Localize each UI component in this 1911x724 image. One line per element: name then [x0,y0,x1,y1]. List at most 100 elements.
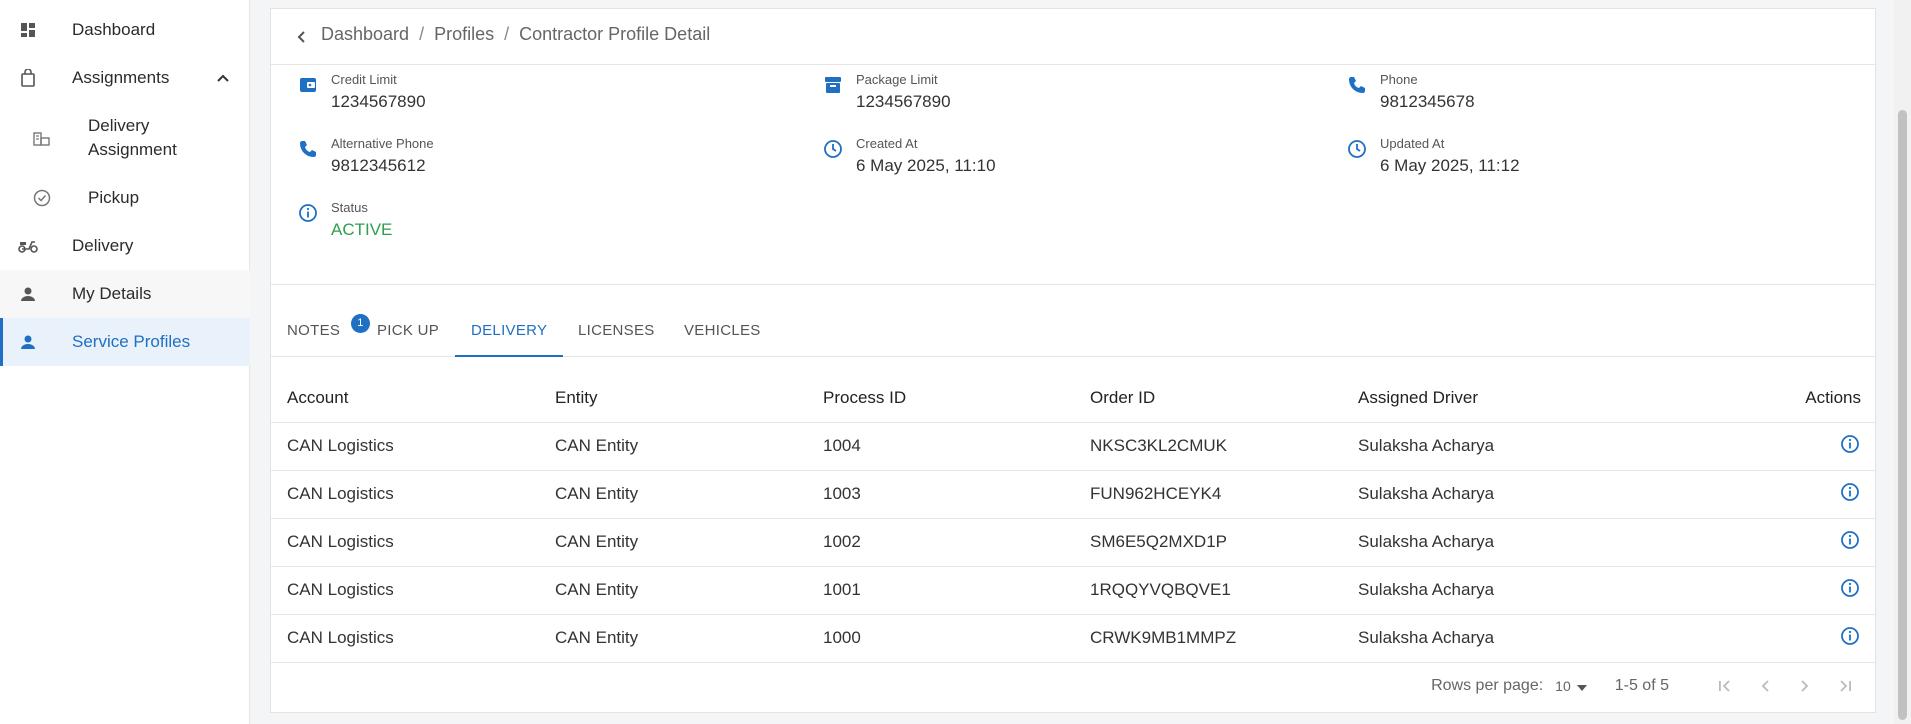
field-value: 6 May 2025, 11:12 [1380,156,1520,175]
field-value: 1234567890 [856,92,951,111]
scrollbar-thumb[interactable] [1898,110,1907,720]
cell-entity: CAN Entity [539,422,807,471]
sidebar-item-label: Pickup [88,188,140,207]
status-badge: ACTIVE [331,220,393,239]
cell-actions [1610,566,1875,615]
cell-actions [1610,422,1875,471]
sidebar-item-my-details[interactable]: My Details [0,270,250,318]
tab-label: NOTES [287,322,341,339]
clock-icon [1346,138,1368,160]
cell-process-id: 1004 [807,422,1074,471]
wallet-icon [297,74,319,96]
table-row: CAN Logistics CAN Entity 1002 SM6E5Q2MXD… [271,518,1875,567]
breadcrumb-profiles[interactable]: Profiles [434,24,494,45]
created-at-field: Created At 6 May 2025, 11:10 [822,136,1302,188]
first-page-icon[interactable] [1713,674,1737,698]
delivery-assignment-icon [32,128,52,148]
cell-assigned-driver: Sulaksha Acharya [1342,422,1610,471]
next-page-icon[interactable] [1793,674,1817,698]
field-value: 9812345612 [331,156,426,175]
back-arrow-icon[interactable] [289,25,313,49]
sidebar-item-service-profiles[interactable]: Service Profiles [0,318,250,366]
table-row: CAN Logistics CAN Entity 1004 NKSC3KL2CM… [271,422,1875,471]
chevron-up-icon[interactable] [216,68,230,88]
sidebar-item-label: Delivery Assignment [88,116,177,159]
field-label: Package Limit [856,72,938,87]
section-divider [271,284,1875,285]
cell-order-id: 1RQQYVQBQVE1 [1074,566,1342,615]
cell-account: CAN Logistics [271,422,539,471]
cell-process-id: 1003 [807,470,1074,519]
cell-actions [1610,518,1875,567]
check-circle-icon [32,188,52,208]
column-header-process-id[interactable]: Process ID [807,374,1074,423]
scooter-icon [18,236,38,256]
tab-vehicles[interactable]: VEHICLES [684,305,761,357]
sidebar: Dashboard Assignments Delivery Assignmen… [0,0,250,724]
cell-process-id: 1001 [807,566,1074,615]
bag-icon [18,68,38,88]
phone-icon [1346,74,1368,96]
vertical-scrollbar[interactable] [1894,0,1911,724]
prev-page-icon[interactable] [1753,674,1777,698]
cell-order-id: FUN962HCEYK4 [1074,470,1342,519]
info-icon[interactable] [1839,433,1861,455]
cell-order-id: CRWK9MB1MMPZ [1074,614,1342,663]
cell-process-id: 1000 [807,614,1074,663]
rows-per-page-select[interactable]: 10 [1555,678,1587,694]
tab-label: VEHICLES [684,322,761,339]
field-value: 6 May 2025, 11:10 [856,156,996,175]
info-icon[interactable] [1839,481,1861,503]
sidebar-item-label: Service Profiles [72,332,191,351]
sidebar-item-dashboard[interactable]: Dashboard [0,6,250,54]
info-icon[interactable] [1839,577,1861,599]
person-icon [18,332,38,352]
field-label: Alternative Phone [331,136,434,151]
tab-delivery[interactable]: DELIVERY [455,305,564,357]
cell-entity: CAN Entity [539,470,807,519]
updated-at-field: Updated At 6 May 2025, 11:12 [1346,136,1826,188]
breadcrumb-dashboard[interactable]: Dashboard [321,24,409,45]
delivery-table: Account Entity Process ID Order ID Assig… [271,374,1875,663]
cell-account: CAN Logistics [271,518,539,567]
table-row: CAN Logistics CAN Entity 1003 FUN962HCEY… [271,470,1875,519]
info-icon[interactable] [1839,625,1861,647]
tab-notes[interactable]: NOTES 1 [287,305,370,357]
field-label: Updated At [1380,136,1445,151]
info-icon[interactable] [1839,529,1861,551]
clock-icon [822,138,844,160]
cell-assigned-driver: Sulaksha Acharya [1342,566,1610,615]
table-header-row: Account Entity Process ID Order ID Assig… [271,374,1875,423]
cell-entity: CAN Entity [539,518,807,567]
cell-entity: CAN Entity [539,614,807,663]
sidebar-item-assignments[interactable]: Assignments [0,54,250,102]
sidebar-item-label: My Details [72,284,152,303]
cell-assigned-driver: Sulaksha Acharya [1342,614,1610,663]
archive-icon [822,74,844,96]
breadcrumb: Dashboard / Profiles / Contractor Profil… [321,24,710,45]
sidebar-item-label: Dashboard [72,20,156,39]
breadcrumb-separator: / [504,24,510,44]
column-header-assigned-driver[interactable]: Assigned Driver [1342,374,1610,423]
alternative-phone-field: Alternative Phone 9812345612 [297,136,777,188]
cell-assigned-driver: Sulaksha Acharya [1342,470,1610,519]
tab-label: PICK UP [377,322,440,339]
field-value: 1234567890 [331,92,426,111]
cell-actions [1610,614,1875,663]
sidebar-item-delivery[interactable]: Delivery [0,222,250,270]
rows-per-page-label: Rows per page: [1431,677,1544,694]
last-page-icon[interactable] [1833,674,1857,698]
sidebar-item-pickup[interactable]: Pickup [0,174,250,222]
column-header-order-id[interactable]: Order ID [1074,374,1342,423]
column-header-account[interactable]: Account [271,374,539,423]
field-label: Status [331,200,368,215]
tab-licenses[interactable]: LICENSES [578,305,655,357]
table-row: CAN Logistics CAN Entity 1001 1RQQYVQBQV… [271,566,1875,615]
sidebar-item-delivery-assignment[interactable]: Delivery Assignment [0,114,250,162]
cell-order-id: NKSC3KL2CMUK [1074,422,1342,471]
tab-bar: NOTES 1 PICK UP DELIVERY LICENSES VEHICL… [271,305,1875,357]
column-header-entity[interactable]: Entity [539,374,807,423]
tab-pick-up[interactable]: PICK UP [377,305,439,357]
package-limit-field: Package Limit 1234567890 [822,72,1302,124]
tab-label: LICENSES [578,322,655,339]
